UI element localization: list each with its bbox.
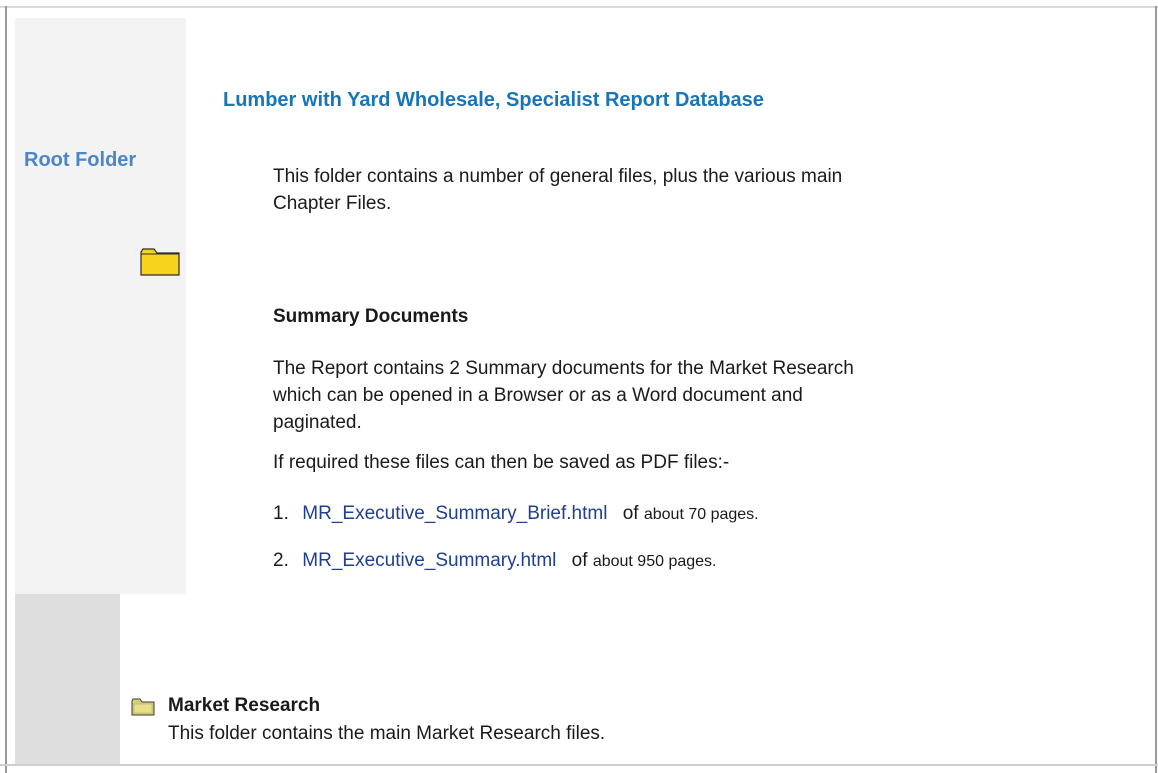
frame-border-bottom: [0, 764, 1158, 766]
intro-text: This folder contains a number of general…: [273, 166, 843, 214]
page-count: about 70 pages.: [643, 506, 759, 523]
sidebar-panel-lower: [15, 594, 120, 764]
root-folder-label: Root Folder: [24, 149, 137, 171]
list-item: 1. MR_Executive_Summary_Brief.html of ab…: [273, 503, 759, 550]
sidebar-panel: [15, 18, 186, 594]
page-frame: Root Folder Lumber with Yard Wholesale, …: [0, 0, 1158, 773]
list-number: 1.: [273, 503, 289, 524]
page-title: Lumber with Yard Wholesale, Specialist R…: [223, 89, 764, 111]
executive-summary-link[interactable]: MR_Executive_Summary.html: [302, 550, 556, 571]
frame-border-right: [1155, 6, 1157, 773]
market-research-heading[interactable]: Market Research: [168, 695, 320, 717]
frame-border-top: [0, 6, 1158, 8]
executive-summary-brief-link[interactable]: MR_Executive_Summary_Brief.html: [302, 503, 607, 524]
folder-icon[interactable]: [131, 698, 155, 716]
summary-documents-heading: Summary Documents: [273, 306, 469, 327]
of-label: of: [622, 503, 639, 524]
summary-file-list: 1. MR_Executive_Summary_Brief.html of ab…: [273, 503, 759, 597]
frame-border-left: [5, 6, 7, 773]
list-item: 2. MR_Executive_Summary.html of about 95…: [273, 550, 759, 597]
pdf-instructions: If required these files can then be save…: [273, 452, 730, 473]
list-number: 2.: [273, 550, 289, 571]
market-research-description: This folder contains the main Market Res…: [168, 723, 606, 744]
summary-description: The Report contains 2 Summary documents …: [273, 358, 854, 433]
of-label: of: [571, 550, 588, 571]
folder-icon: [140, 248, 180, 276]
page-count: about 950 pages.: [592, 553, 717, 570]
